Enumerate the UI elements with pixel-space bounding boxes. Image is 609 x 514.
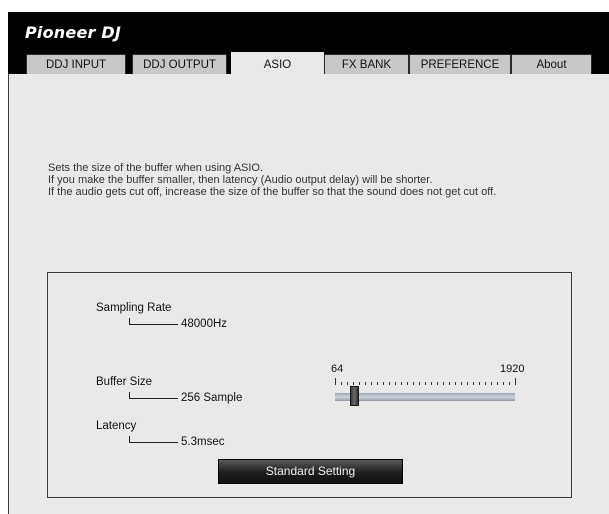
slider-tick [485, 382, 486, 385]
latency-label: Latency [96, 420, 137, 432]
description-line-2: If you make the buffer smaller, then lat… [48, 174, 433, 186]
asio-description: Sets the size of the buffer when using A… [48, 162, 588, 198]
slider-tick [425, 382, 426, 385]
slider-tick [365, 382, 366, 385]
slider-tick [419, 382, 420, 385]
slider-tick [395, 382, 396, 385]
buffer-size-slider-track[interactable] [335, 393, 515, 401]
asio-settings-window: Pioneer DJ DDJ INPUT DDJ OUTPUT ASIO FX … [8, 12, 609, 514]
slider-tick [383, 382, 384, 385]
slider-tick [461, 382, 462, 385]
tab-about[interactable]: About [511, 54, 592, 74]
tab-ddj-input[interactable]: DDJ INPUT [26, 54, 126, 74]
slider-tick [401, 382, 402, 385]
buffer-settings-panel: Sampling Rate 48000Hz Buffer Size 256 Sa… [47, 272, 572, 498]
slider-tick [335, 378, 336, 385]
slider-tick [371, 382, 372, 385]
buffer-size-label: Buffer Size [96, 376, 153, 388]
slider-tick [341, 382, 342, 385]
title-bar: Pioneer DJ DDJ INPUT DDJ OUTPUT ASIO FX … [8, 12, 609, 75]
slider-tick [455, 382, 456, 385]
description-line-1: Sets the size of the buffer when using A… [48, 162, 264, 174]
slider-tick [467, 382, 468, 385]
sampling-rate-value: 48000Hz [181, 318, 228, 330]
slider-tick [347, 382, 348, 385]
buffer-size-connector [129, 392, 178, 399]
slider-tick [503, 382, 504, 385]
slider-tick [359, 382, 360, 385]
window-left-border [8, 74, 9, 514]
slider-tick [353, 382, 354, 385]
tab-fx-bank[interactable]: FX BANK [324, 54, 409, 74]
pioneer-dj-logo: Pioneer DJ [25, 23, 121, 42]
slider-tick [413, 382, 414, 385]
slider-tick [491, 382, 492, 385]
tab-ddj-output[interactable]: DDJ OUTPUT [132, 54, 227, 74]
slider-tick [443, 382, 444, 385]
latency-value: 5.3msec [181, 436, 225, 448]
slider-tick [389, 382, 390, 385]
slider-ticks [335, 377, 516, 385]
slider-tick [509, 382, 510, 385]
tab-bar: DDJ INPUT DDJ OUTPUT ASIO FX BANK PREFER… [8, 52, 609, 75]
slider-max-label: 1920 [500, 363, 525, 375]
sampling-rate-label: Sampling Rate [96, 302, 172, 314]
buffer-size-value: 256 Sample [181, 392, 243, 404]
tab-preference[interactable]: PREFERENCE [409, 54, 511, 74]
slider-tick [479, 382, 480, 385]
slider-tick [497, 382, 498, 385]
description-line-3: If the audio gets cut off, increase the … [48, 186, 497, 198]
tab-asio[interactable]: ASIO [231, 52, 324, 75]
sampling-rate-connector [129, 318, 178, 325]
slider-tick [431, 382, 432, 385]
slider-tick [449, 382, 450, 385]
standard-setting-button[interactable]: Standard Setting [218, 459, 403, 484]
slider-tick [407, 382, 408, 385]
slider-tick [377, 382, 378, 385]
latency-connector [129, 436, 178, 443]
slider-min-label: 64 [331, 363, 344, 375]
buffer-size-slider-thumb[interactable] [350, 386, 359, 406]
slider-tick [515, 378, 516, 385]
slider-tick [437, 382, 438, 385]
slider-tick [473, 382, 474, 385]
